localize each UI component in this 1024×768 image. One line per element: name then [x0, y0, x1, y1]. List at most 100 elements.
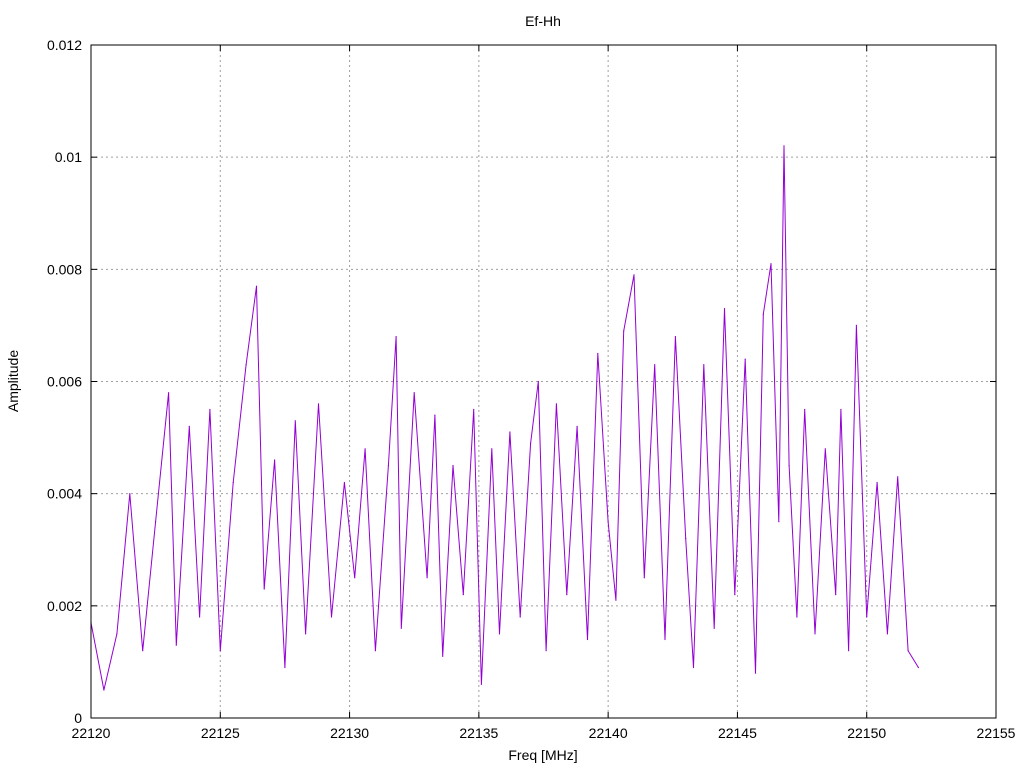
- data-point: [426, 577, 428, 579]
- data-point: [374, 650, 376, 652]
- data-point: [480, 683, 482, 686]
- data-point: [530, 442, 532, 444]
- data-point: [343, 481, 345, 484]
- data-point: [395, 336, 397, 338]
- data-point: [284, 666, 286, 669]
- data-point: [400, 627, 402, 629]
- data-point: [814, 633, 816, 635]
- data-point: [245, 364, 247, 366]
- data-point: [607, 521, 609, 523]
- data-point: [623, 330, 625, 332]
- data-point: [824, 448, 826, 450]
- data-point: [907, 650, 909, 652]
- data-point: [778, 521, 780, 523]
- data-point: [664, 638, 666, 641]
- data-point: [442, 655, 444, 657]
- data-point: [703, 364, 705, 366]
- y-tick-label: 0.006: [47, 374, 82, 390]
- data-point: [519, 616, 521, 618]
- data-point: [555, 403, 558, 405]
- x-tick-label: 22130: [330, 725, 369, 741]
- data-point: [175, 644, 177, 646]
- data-point: [804, 408, 806, 411]
- x-tick-label: 22125: [201, 725, 240, 741]
- data-point: [509, 431, 511, 433]
- data-point: [762, 313, 764, 315]
- data-point: [633, 274, 635, 276]
- data-point: [835, 594, 837, 596]
- data-point: [317, 403, 320, 405]
- data-point: [330, 616, 333, 618]
- data-point: [754, 672, 757, 674]
- data-point: [209, 408, 211, 411]
- data-point: [674, 336, 677, 338]
- data-point: [462, 594, 464, 596]
- data-point: [473, 408, 475, 411]
- data-point: [354, 577, 356, 579]
- data-point: [744, 358, 746, 360]
- y-tick-label: 0.002: [47, 598, 82, 614]
- data-point: [491, 448, 493, 450]
- data-point: [770, 263, 772, 265]
- y-tick-label: 0.01: [55, 149, 82, 165]
- data-point: [168, 392, 170, 394]
- x-tick-label: 22140: [589, 725, 628, 741]
- chart-title: Ef-Hh: [525, 13, 561, 29]
- data-point: [498, 633, 501, 635]
- y-tick-label: 0: [74, 710, 82, 726]
- data-point: [685, 537, 687, 540]
- data-point: [364, 448, 366, 450]
- data-point: [897, 476, 899, 478]
- data-point: [219, 650, 221, 652]
- data-point: [188, 425, 190, 427]
- x-tick-label: 22145: [718, 725, 757, 741]
- data-point: [305, 633, 307, 635]
- data-point: [783, 145, 785, 147]
- data-point: [788, 465, 790, 467]
- y-tick-label: 0.012: [47, 37, 82, 53]
- x-tick-label: 22135: [459, 725, 498, 741]
- data-point: [274, 459, 276, 461]
- data-point: [116, 633, 118, 635]
- data-point: [199, 616, 201, 618]
- data-point: [848, 650, 850, 652]
- data-point: [713, 627, 715, 629]
- data-point: [734, 594, 736, 596]
- x-tick-label: 22150: [847, 725, 886, 741]
- data-point: [142, 650, 144, 652]
- data-point: [545, 650, 547, 652]
- data-point: [597, 352, 599, 355]
- data-point: [886, 633, 889, 635]
- data-point: [723, 308, 726, 310]
- x-axis-label: Freq [MHz]: [508, 747, 577, 763]
- data-point: [796, 616, 798, 618]
- amplitude-chart: Ef-Hh 22120 22125 22130 22135 22140 22145 2215…: [0, 0, 1024, 768]
- data-point: [103, 689, 105, 691]
- data-point: [129, 493, 131, 495]
- data-point: [643, 577, 645, 579]
- chart-background: [0, 0, 1024, 768]
- y-axis-label: Amplitude: [5, 350, 21, 412]
- data-point: [576, 425, 578, 427]
- data-point: [294, 420, 296, 422]
- data-point: [255, 285, 258, 287]
- x-tick-label: 22120: [72, 725, 111, 741]
- y-tick-label: 0.004: [47, 486, 82, 502]
- data-point: [434, 414, 436, 416]
- data-point: [232, 481, 234, 484]
- data-point: [876, 481, 878, 484]
- data-point: [537, 380, 539, 383]
- data-point: [155, 521, 157, 523]
- data-point: [615, 599, 617, 601]
- y-tick-label: 0.008: [47, 261, 82, 277]
- data-point: [566, 594, 568, 596]
- data-point: [917, 666, 920, 669]
- data-point: [840, 408, 842, 411]
- data-point: [692, 666, 695, 669]
- data-point: [263, 588, 265, 590]
- data-point: [866, 616, 868, 618]
- data-point: [413, 392, 415, 394]
- data-point: [855, 324, 858, 326]
- x-tick-label: 22155: [977, 725, 1016, 741]
- data-point: [586, 638, 589, 641]
